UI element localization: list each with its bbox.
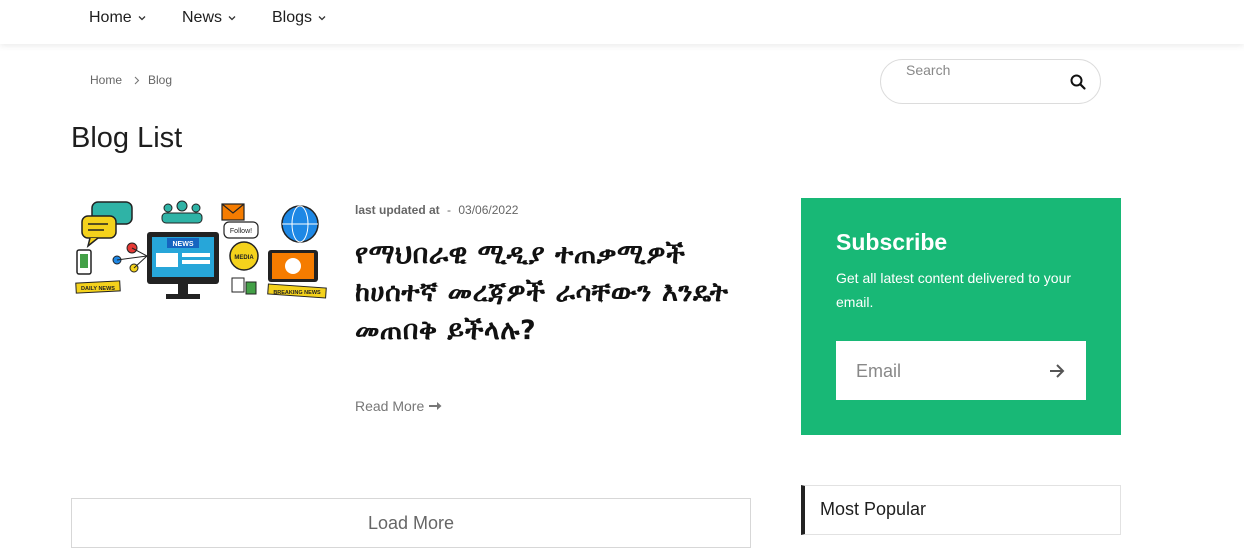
read-more-link[interactable]: Read More (355, 398, 443, 414)
thumb-breaking-label: BREAKING NEWS (273, 290, 321, 296)
chevron-down-icon (227, 13, 237, 23)
breadcrumb-home-link[interactable]: Home (90, 73, 122, 87)
chevron-down-icon (317, 13, 327, 23)
post-meta-label: last updated at (355, 203, 440, 217)
nav-item-news[interactable]: News (182, 8, 237, 28)
email-field[interactable] (856, 360, 1036, 382)
search-box (880, 59, 1101, 104)
subscribe-description: Get all latest content delivered to your… (836, 270, 1072, 310)
load-more-button[interactable]: Load More (71, 498, 751, 548)
post-date: 03/06/2022 (458, 203, 519, 217)
thumb-news-label: NEWS (173, 241, 194, 248)
post-meta: last updated at - 03/06/2022 (355, 203, 518, 217)
thumb-daily-label: DAILY NEWS (81, 286, 115, 292)
nav-item-label: News (182, 9, 223, 26)
arrow-right-icon (429, 401, 443, 411)
post-title[interactable]: የማህበራዊ ሚዲያ ተጠቃሚዎች ከሀሰተኛ መረጃዎች ራሳቸውን እንዴት… (355, 236, 745, 350)
read-more-label: Read More (355, 398, 425, 414)
chevron-right-icon (134, 76, 140, 85)
top-navbar: Home News Blogs (0, 0, 1244, 44)
most-popular-header: Most Popular (801, 485, 1121, 535)
nav-item-label: Blogs (272, 9, 313, 26)
search-icon[interactable] (1069, 73, 1087, 91)
most-popular-title: Most Popular (820, 499, 927, 519)
thumb-media-label: MEDIA (234, 255, 254, 261)
search-input[interactable] (906, 61, 1056, 79)
post-meta-separator: - (447, 203, 452, 217)
page-title: Blog List (71, 122, 183, 154)
nav-item-blogs[interactable]: Blogs (272, 8, 327, 28)
thumb-follow-label: Follow! (230, 228, 252, 235)
breadcrumb-current: Blog (148, 73, 173, 87)
chevron-down-icon (137, 13, 147, 23)
subscribe-title: Subscribe (836, 229, 948, 255)
breadcrumb: Home Blog (90, 73, 172, 87)
submit-arrow-icon[interactable] (1047, 361, 1067, 381)
nav-item-home[interactable]: Home (89, 8, 147, 28)
email-field-box (836, 341, 1086, 400)
post-thumbnail[interactable]: NEWS Follow! MEDIA DAILY NEWS BREAKING N… (72, 198, 330, 305)
nav-item-label: Home (89, 9, 132, 26)
subscribe-widget: Subscribe Get all latest content deliver… (801, 198, 1121, 435)
